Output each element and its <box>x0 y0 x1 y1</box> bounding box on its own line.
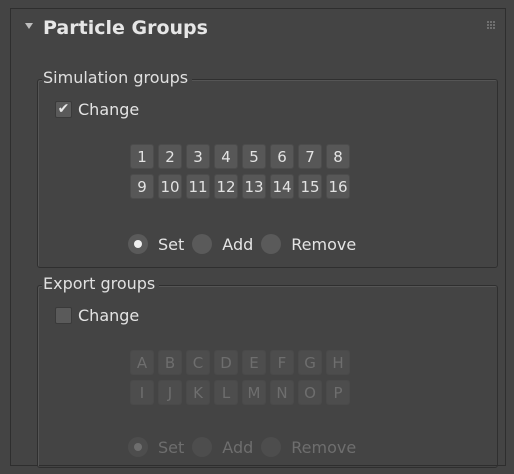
simulation-mode-remove[interactable]: Remove <box>261 234 356 254</box>
simulation-group-button[interactable]: 2 <box>158 144 182 169</box>
export-group-button: N <box>270 380 294 405</box>
export-group-button: L <box>214 380 238 405</box>
export-group-button: P <box>326 380 350 405</box>
radio-label: Add <box>222 234 254 254</box>
export-groups-box: Export groups Change ABCDEFGH IJKLMNOP Se… <box>37 274 498 468</box>
radio-label: Set <box>158 437 185 457</box>
simulation-group-button[interactable]: 4 <box>214 144 238 169</box>
export-groups-label: Export groups <box>42 274 160 293</box>
radio-label: Set <box>158 234 185 254</box>
drag-grip-icon[interactable] <box>487 21 495 29</box>
export-group-button: I <box>130 380 154 405</box>
rollout-header[interactable]: Particle Groups <box>11 9 505 53</box>
export-mode-set: Set <box>128 437 184 457</box>
radio-button-icon[interactable] <box>261 234 282 254</box>
simulation-group-button[interactable]: 7 <box>298 144 322 169</box>
export-group-button: B <box>158 350 182 375</box>
collapse-arrow-icon[interactable] <box>25 23 33 29</box>
export-group-button: J <box>158 380 182 405</box>
simulation-group-button[interactable]: 15 <box>298 174 322 199</box>
radio-label: Remove <box>291 234 357 254</box>
rollout-title: Particle Groups <box>43 17 208 39</box>
radio-button-icon[interactable] <box>128 234 148 254</box>
simulation-mode-radios: Set Add Remove <box>128 233 364 255</box>
export-change-checkbox[interactable] <box>55 306 72 324</box>
radio-button-icon <box>128 437 148 457</box>
simulation-change-label: Change <box>78 99 140 119</box>
simulation-groups-label: Simulation groups <box>42 68 193 87</box>
simulation-group-button[interactable]: 6 <box>270 144 294 169</box>
simulation-group-buttons: 1 2 3 4 5 6 7 8 9 10 11 12 13 14 15 16 <box>130 144 350 199</box>
simulation-group-button[interactable]: 11 <box>186 174 210 199</box>
simulation-change-checkbox[interactable]: ✔ <box>55 100 72 118</box>
export-group-button: H <box>326 350 350 375</box>
export-change-label: Change <box>78 305 140 325</box>
export-mode-radios: Set Add Remove <box>128 436 364 458</box>
radio-button-icon <box>192 437 213 457</box>
export-mode-remove: Remove <box>261 437 356 457</box>
export-group-button: M <box>242 380 266 405</box>
simulation-group-button[interactable]: 3 <box>186 144 210 169</box>
radio-button-icon <box>261 437 282 457</box>
export-group-button: K <box>186 380 210 405</box>
simulation-group-button[interactable]: 10 <box>158 174 182 199</box>
simulation-group-button[interactable]: 9 <box>130 174 154 199</box>
simulation-group-button[interactable]: 5 <box>242 144 266 169</box>
export-change-row[interactable]: Change <box>55 304 139 326</box>
simulation-group-button[interactable]: 13 <box>242 174 266 199</box>
simulation-group-button[interactable]: 14 <box>270 174 294 199</box>
export-group-button: G <box>298 350 322 375</box>
simulation-group-button[interactable]: 16 <box>326 174 350 199</box>
simulation-group-button[interactable]: 8 <box>326 144 350 169</box>
simulation-group-button[interactable]: 1 <box>130 144 154 169</box>
radio-button-icon[interactable] <box>192 234 213 254</box>
export-mode-add: Add <box>192 437 253 457</box>
simulation-group-button[interactable]: 12 <box>214 174 238 199</box>
particle-groups-panel: Particle Groups Simulation groups ✔ Chan… <box>0 0 514 474</box>
export-group-button: A <box>130 350 154 375</box>
export-group-button: O <box>298 380 322 405</box>
simulation-change-row[interactable]: ✔ Change <box>55 98 139 120</box>
export-group-button: E <box>242 350 266 375</box>
rollout: Particle Groups Simulation groups ✔ Chan… <box>10 8 506 468</box>
simulation-mode-set[interactable]: Set <box>128 234 184 254</box>
export-group-button: C <box>186 350 210 375</box>
export-group-button: F <box>270 350 294 375</box>
radio-label: Add <box>222 437 254 457</box>
simulation-groups-box: Simulation groups ✔ Change 1 2 3 4 5 6 7 8 9 10 11… <box>37 68 498 268</box>
radio-label: Remove <box>291 437 357 457</box>
export-group-buttons: ABCDEFGH IJKLMNOP <box>130 350 350 405</box>
simulation-mode-add[interactable]: Add <box>192 234 253 254</box>
export-group-button: D <box>214 350 238 375</box>
